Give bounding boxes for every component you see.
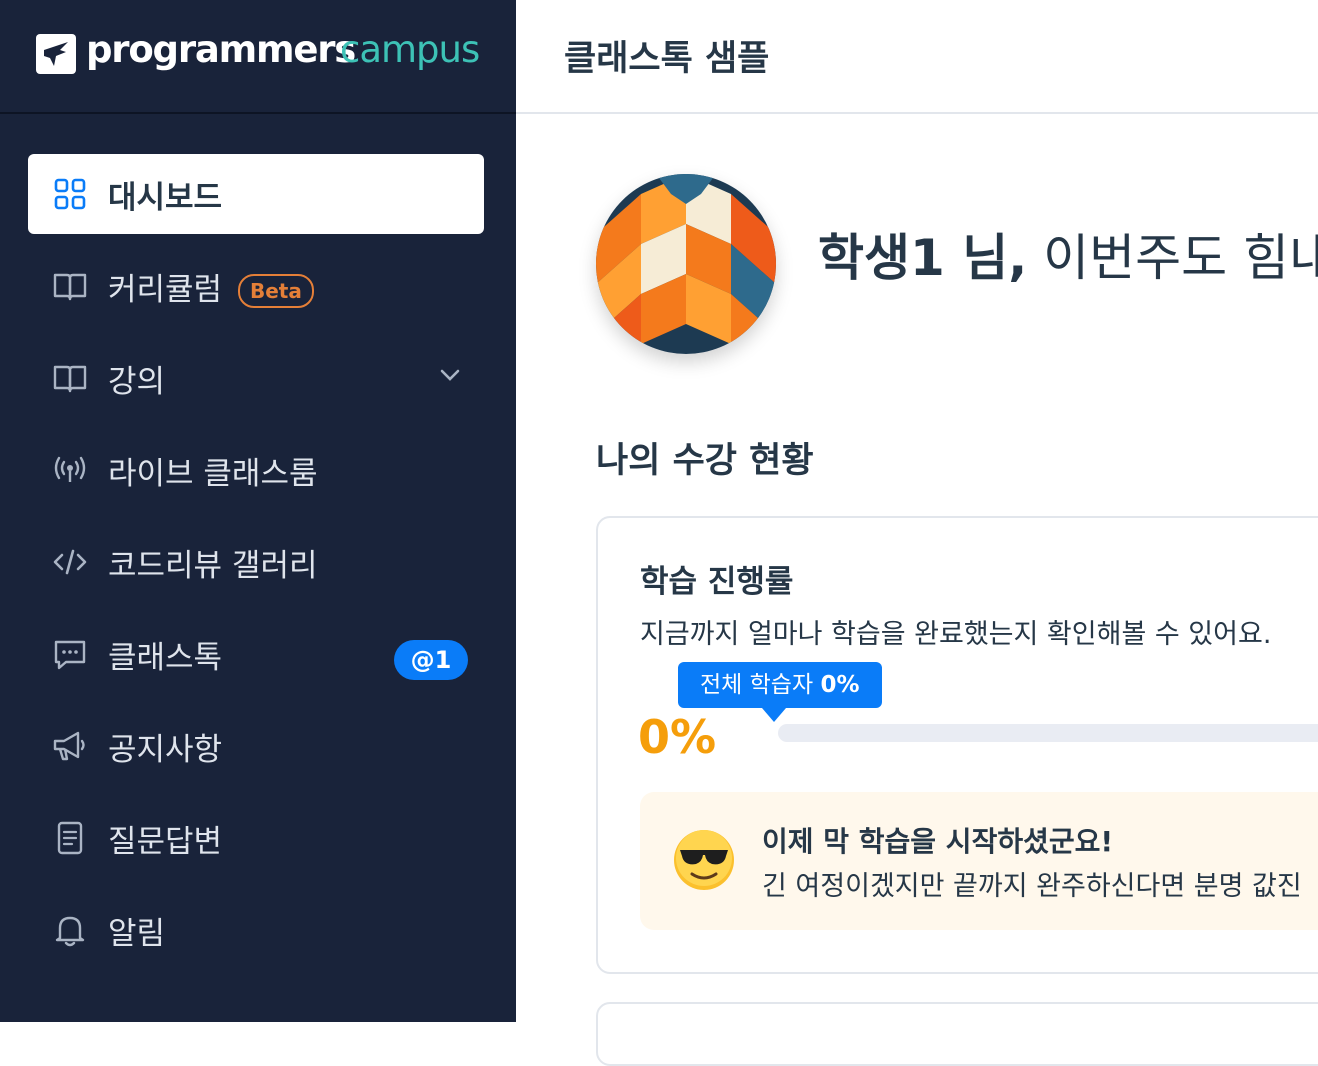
document-icon: [57, 821, 83, 855]
top-bar: 클래스톡 샘플: [516, 0, 1318, 114]
notice-text: 긴 여정이겠지만 끝까지 완주하신다면 분명 값진: [762, 871, 1302, 902]
greeting-message: 이번주도 힘내: [1027, 229, 1318, 287]
open-book-icon: [53, 273, 87, 301]
sidebar-item-label: 질문답변: [108, 824, 223, 860]
chevron-down-icon[interactable]: [440, 368, 460, 382]
sidebar-item-classtalk[interactable]: 클래스톡 @1: [28, 614, 484, 694]
greeting: 학생1 님, 이번주도 힘내: [818, 218, 1318, 290]
sidebar-item-lectures[interactable]: 강의: [28, 338, 484, 418]
sidebar-item-notices[interactable]: 공지사항: [28, 706, 484, 786]
brand-header: programmers campus: [0, 0, 516, 114]
sidebar-item-label: 알림: [108, 916, 166, 952]
encouragement-notice: 이제 막 학습을 시작하셨군요! 긴 여정이겠지만 끝까지 완주하신다면 분명 …: [640, 792, 1318, 930]
logo-wordmark[interactable]: programmers: [86, 28, 356, 71]
tooltip-value: 0%: [820, 672, 860, 698]
sidebar-item-label: 공지사항: [108, 732, 223, 768]
chat-icon: [54, 640, 86, 670]
progress-percent: 0%: [638, 710, 717, 764]
sidebar: programmers campus 대시보드 커리큘럼 Beta 강의 라이브…: [0, 0, 516, 1022]
sidebar-item-label: 대시보드: [108, 180, 223, 216]
sidebar-item-label: 코드리뷰 갤러리: [108, 548, 318, 584]
sidebar-item-notifications[interactable]: 알림: [28, 890, 484, 970]
sidebar-item-live-classroom[interactable]: 라이브 클래스룸: [28, 430, 484, 510]
tooltip-label: 전체 학습자: [700, 672, 814, 698]
sidebar-item-curriculum[interactable]: 커리큘럼 Beta: [28, 246, 484, 326]
megaphone-icon: [53, 731, 85, 761]
beta-badge: Beta: [238, 274, 314, 308]
code-icon: [53, 549, 87, 575]
progress-bar: [778, 724, 1318, 742]
sidebar-item-label: 클래스톡: [108, 640, 223, 676]
tooltip-arrow: [762, 708, 786, 722]
dashboard-grid-icon: [54, 178, 86, 210]
sidebar-item-dashboard[interactable]: 대시보드: [28, 154, 484, 234]
sunglasses-emoji-icon: [674, 830, 734, 890]
sidebar-item-qna[interactable]: 질문답변: [28, 798, 484, 878]
mention-badge: @1: [394, 640, 468, 680]
logo-icon[interactable]: [36, 34, 76, 74]
sidebar-item-label: 강의: [108, 364, 166, 400]
page-title: 클래스톡 샘플: [564, 39, 770, 79]
avatar[interactable]: [596, 174, 776, 354]
progress-tooltip: 전체 학습자 0%: [678, 662, 882, 708]
card-description: 지금까지 얼마나 학습을 완료했는지 확인해볼 수 있어요.: [640, 619, 1272, 650]
student-name: 학생1 님,: [818, 229, 1028, 287]
bell-icon: [55, 916, 85, 947]
logo-campus[interactable]: campus: [340, 28, 480, 71]
sidebar-item-label: 라이브 클래스룸: [108, 456, 318, 492]
next-card: [596, 1002, 1318, 1066]
section-title: 나의 수강 현황: [596, 441, 814, 481]
progress-card: 학습 진행률 지금까지 얼마나 학습을 완료했는지 확인해볼 수 있어요. 전체…: [596, 516, 1318, 974]
notice-title: 이제 막 학습을 시작하셨군요!: [762, 825, 1114, 858]
broadcast-icon: [54, 456, 86, 482]
sidebar-item-label: 커리큘럼: [108, 272, 223, 308]
open-book-icon: [53, 365, 87, 393]
card-title: 학습 진행률: [640, 564, 794, 600]
sidebar-item-code-review-gallery[interactable]: 코드리뷰 갤러리: [28, 522, 484, 602]
